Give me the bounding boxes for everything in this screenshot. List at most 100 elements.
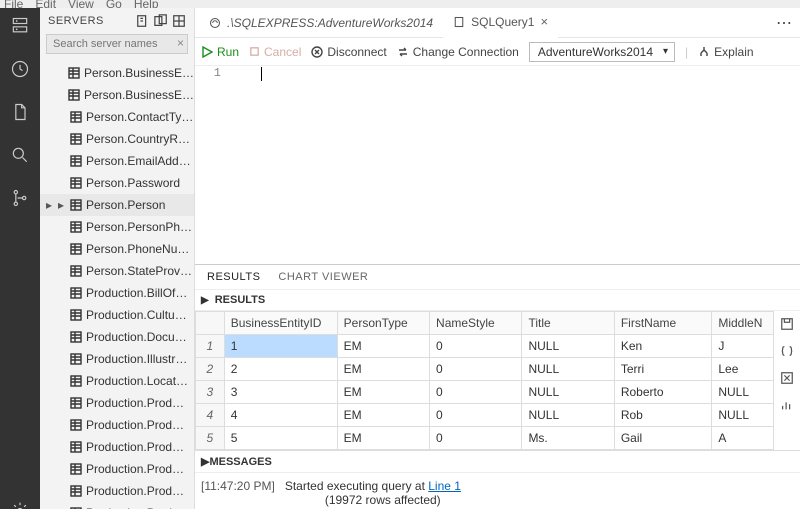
server-tree[interactable]: ▸▸Person.BusinessE…▸▸Person.BusinessE…▸▸…: [40, 62, 194, 509]
search-icon[interactable]: [10, 145, 30, 168]
cell[interactable]: NULL: [522, 404, 614, 427]
results-section-header[interactable]: ▶ RESULTS: [195, 290, 800, 311]
cell[interactable]: Lee: [712, 358, 774, 381]
cell[interactable]: Gail: [614, 427, 712, 450]
tab-connection[interactable]: .\SQLEXPRESS:AdventureWorks2014: [199, 8, 443, 38]
cell[interactable]: NULL: [522, 381, 614, 404]
tree-item[interactable]: ▸▸Production.Prod…: [40, 436, 194, 458]
chart-icon[interactable]: [780, 398, 794, 415]
tree-item[interactable]: ▸▸Person.ContactTy…: [40, 106, 194, 128]
column-header[interactable]: Title: [522, 312, 614, 335]
source-control-icon[interactable]: [10, 188, 30, 211]
collapse-icon: ▶: [201, 455, 209, 468]
tab-close-icon[interactable]: ×: [540, 14, 548, 29]
cell[interactable]: 0: [430, 358, 522, 381]
new-group-icon[interactable]: [154, 14, 168, 28]
cell[interactable]: 0: [430, 427, 522, 450]
cell[interactable]: Roberto: [614, 381, 712, 404]
column-header[interactable]: NameStyle: [430, 312, 522, 335]
table-row[interactable]: 11EM0NULLKenJ: [196, 335, 774, 358]
history-icon[interactable]: [10, 59, 30, 82]
tree-item[interactable]: ▸▸Production.Prod…: [40, 392, 194, 414]
column-header[interactable]: PersonType: [337, 312, 429, 335]
tree-item[interactable]: ▸▸Person.BusinessE…: [40, 62, 194, 84]
tree-item[interactable]: ▸▸Person.StateProv…: [40, 260, 194, 282]
cell[interactable]: 4: [224, 404, 337, 427]
tree-item[interactable]: ▸▸Production.Prod…: [40, 414, 194, 436]
chevron-right-icon: ▸: [56, 220, 66, 234]
focus-icon[interactable]: [172, 14, 186, 28]
save-json-icon[interactable]: [780, 344, 794, 361]
results-tab[interactable]: RESULTS: [207, 271, 260, 283]
tree-item[interactable]: ▸▸Production.Prod…: [40, 502, 194, 509]
tree-item[interactable]: ▸▸Production.Prod…: [40, 480, 194, 502]
cell[interactable]: 0: [430, 404, 522, 427]
cell[interactable]: NULL: [522, 335, 614, 358]
cell[interactable]: 5: [224, 427, 337, 450]
tree-item[interactable]: ▸▸Person.Person: [40, 194, 194, 216]
cell[interactable]: EM: [337, 335, 429, 358]
tree-item[interactable]: ▸▸Production.Illustr…: [40, 348, 194, 370]
cell[interactable]: 2: [224, 358, 337, 381]
tree-item[interactable]: ▸▸Production.Cultu…: [40, 304, 194, 326]
save-csv-icon[interactable]: [780, 317, 794, 334]
settings-gear-icon[interactable]: [10, 501, 30, 509]
tree-item[interactable]: ▸▸Person.PhoneNu…: [40, 238, 194, 260]
table-icon: [70, 331, 82, 343]
cell[interactable]: A: [712, 427, 774, 450]
column-header[interactable]: MiddleN: [712, 312, 774, 335]
clear-search-icon[interactable]: ×: [177, 36, 184, 50]
cell[interactable]: NULL: [712, 381, 774, 404]
tree-item[interactable]: ▸▸Production.BillOf…: [40, 282, 194, 304]
tree-item[interactable]: ▸▸Person.BusinessE…: [40, 84, 194, 106]
cell[interactable]: EM: [337, 427, 429, 450]
disconnect-button[interactable]: Disconnect: [311, 45, 386, 59]
explain-button[interactable]: Explain: [698, 45, 753, 59]
cancel-button[interactable]: Cancel: [249, 45, 301, 59]
tree-item-label: Person.ContactTy…: [86, 110, 193, 124]
search-servers-input[interactable]: [46, 34, 188, 54]
cell[interactable]: EM: [337, 404, 429, 427]
column-header[interactable]: BusinessEntityID: [224, 312, 337, 335]
tree-item[interactable]: ▸▸Person.EmailAdd…: [40, 150, 194, 172]
cell[interactable]: NULL: [522, 358, 614, 381]
table-row[interactable]: 55EM0Ms.GailA: [196, 427, 774, 450]
cell[interactable]: 0: [430, 381, 522, 404]
cell[interactable]: Terri: [614, 358, 712, 381]
tree-item[interactable]: ▸▸Production.Prod…: [40, 458, 194, 480]
column-header[interactable]: FirstName: [614, 312, 712, 335]
database-select[interactable]: AdventureWorks2014 ▾: [529, 42, 675, 62]
table-row[interactable]: 44EM0NULLRobNULL: [196, 404, 774, 427]
cell[interactable]: Ms.: [522, 427, 614, 450]
cell[interactable]: Rob: [614, 404, 712, 427]
cell[interactable]: 1: [224, 335, 337, 358]
tree-item[interactable]: ▸▸Person.PersonPh…: [40, 216, 194, 238]
tree-item[interactable]: ▸▸Production.Docu…: [40, 326, 194, 348]
tree-item-label: Person.Person: [86, 198, 165, 212]
line-link[interactable]: Line 1: [428, 479, 461, 493]
file-icon[interactable]: [10, 102, 30, 125]
cell[interactable]: NULL: [712, 404, 774, 427]
messages-section-header[interactable]: ▶ MESSAGES: [195, 450, 800, 473]
table-row[interactable]: 33EM0NULLRobertoNULL: [196, 381, 774, 404]
code-editor[interactable]: 1: [195, 66, 800, 86]
cell[interactable]: EM: [337, 358, 429, 381]
tab-query[interactable]: SQLQuery1 ×: [443, 8, 558, 38]
cell[interactable]: 0: [430, 335, 522, 358]
tab-overflow-icon[interactable]: ⋯: [768, 13, 800, 33]
cell[interactable]: J: [712, 335, 774, 358]
tree-item[interactable]: ▸▸Person.CountryR…: [40, 128, 194, 150]
cell[interactable]: 3: [224, 381, 337, 404]
save-excel-icon[interactable]: [780, 371, 794, 388]
run-button[interactable]: Run: [201, 45, 239, 59]
new-connection-icon[interactable]: [136, 14, 150, 28]
results-grid[interactable]: BusinessEntityIDPersonTypeNameStyleTitle…: [195, 311, 774, 450]
tree-item[interactable]: ▸▸Person.Password: [40, 172, 194, 194]
cell[interactable]: EM: [337, 381, 429, 404]
chart-viewer-tab[interactable]: CHART VIEWER: [278, 271, 368, 283]
tree-item[interactable]: ▸▸Production.Locat…: [40, 370, 194, 392]
change-connection-button[interactable]: Change Connection: [397, 45, 519, 59]
table-row[interactable]: 22EM0NULLTerriLee: [196, 358, 774, 381]
cell[interactable]: Ken: [614, 335, 712, 358]
servers-icon[interactable]: [10, 16, 30, 39]
